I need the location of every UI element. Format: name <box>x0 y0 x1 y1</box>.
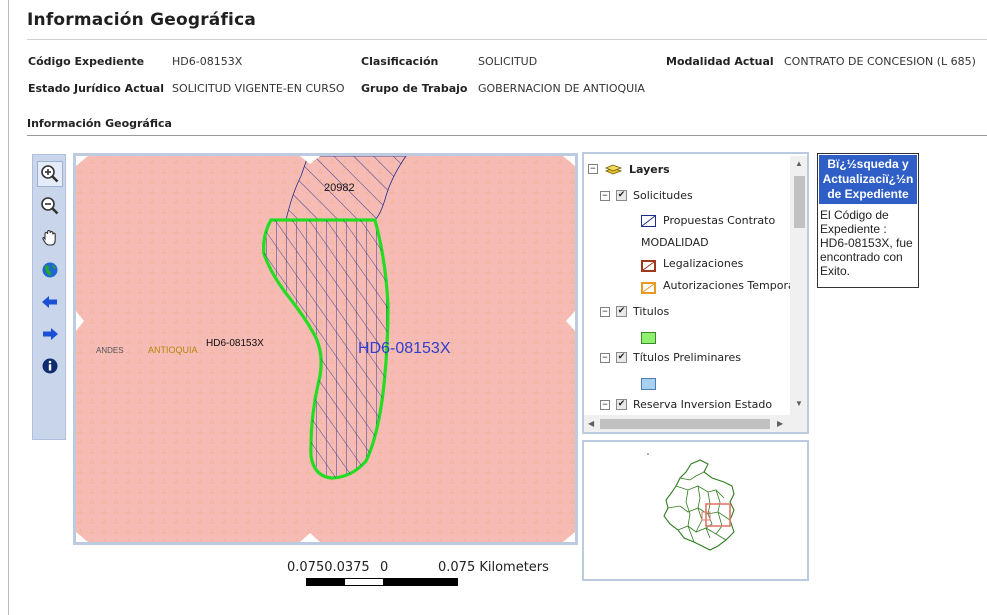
scalebar <box>306 578 458 586</box>
codigo-label: Código Expediente <box>28 55 145 68</box>
map-label-expediente-small: HD6-08153X <box>206 338 264 349</box>
map-label-andes: ANDES <box>96 346 124 355</box>
map-view[interactable]: ∴ ∴ 20982 ANDES <box>73 153 578 545</box>
estado-label: Estado Jurídico Actual <box>28 82 164 95</box>
titulos-swatch <box>641 332 656 344</box>
section-title: Información Geográfica <box>27 117 172 130</box>
scroll-thumb[interactable] <box>600 419 770 429</box>
zoom-out-button[interactable] <box>37 193 63 219</box>
map-label-20982: 20982 <box>324 182 355 194</box>
layer-checkbox[interactable]: ✔ <box>616 352 627 363</box>
layer-autorizaciones: Autorizaciones Temporales <box>663 279 809 292</box>
previous-extent-icon <box>42 296 57 308</box>
layer-modalidad-label: MODALIDAD <box>641 236 709 249</box>
full-extent-button[interactable] <box>37 257 63 283</box>
layer-titulos[interactable]: − ✔ Titulos <box>600 305 669 318</box>
collapse-toggle[interactable]: − <box>588 164 598 174</box>
left-border <box>8 0 9 615</box>
clasificacion-label: Clasificación <box>361 55 439 68</box>
scroll-thumb[interactable] <box>794 176 805 228</box>
zoom-in-button[interactable] <box>37 161 63 187</box>
zoom-in-icon <box>41 165 59 183</box>
collapse-toggle[interactable]: − <box>600 190 610 201</box>
title-divider <box>27 39 987 40</box>
scroll-down-icon[interactable]: ▼ <box>795 399 803 408</box>
layer-propuestas-label: Propuestas Contrato <box>663 214 776 227</box>
layer-root[interactable]: − Layers <box>588 162 670 176</box>
next-extent-icon <box>43 328 58 340</box>
layer-reserva-label: Reserva Inversion Estado <box>633 398 773 411</box>
previous-extent-button[interactable] <box>37 289 63 315</box>
layer-legalizaciones-label: Legalizaciones <box>663 257 744 270</box>
estado-value: SOLICITUD VIGENTE-EN CURSO <box>172 82 345 95</box>
clasificacion-value: SOLICITUD <box>478 55 538 68</box>
modalidad-label: Modalidad Actual <box>666 55 774 68</box>
layers-stack-icon <box>604 164 623 175</box>
grupo-value: GOBERNACION DE ANTIOQUIA <box>478 82 645 95</box>
collapse-toggle[interactable]: − <box>600 306 610 317</box>
layers-root-label: Layers <box>629 162 670 176</box>
zoom-out-icon <box>41 197 59 215</box>
scalebar-left-label: 0.0750.0375 <box>287 560 370 575</box>
layer-propuestas: Propuestas Contrato <box>663 214 775 227</box>
collapse-toggle[interactable]: − <box>600 399 610 410</box>
map-label-antioquia: ANTIOQUIA <box>148 345 198 355</box>
layer-checkbox[interactable]: ✔ <box>616 399 627 410</box>
layer-autorizaciones-label: Autorizaciones Temporales <box>663 279 809 292</box>
next-extent-button[interactable] <box>37 321 63 347</box>
layer-solicitudes[interactable]: − ✔ Solicitudes <box>600 189 693 202</box>
colombia-overview-icon <box>647 453 735 551</box>
layer-checkbox[interactable]: ✔ <box>616 306 627 317</box>
scroll-up-icon[interactable]: ▲ <box>795 159 803 168</box>
identify-button[interactable] <box>37 353 63 379</box>
layer-legalizaciones: Legalizaciones <box>663 257 743 270</box>
section-divider <box>27 135 987 136</box>
layer-reserva[interactable]: − ✔ Reserva Inversion Estado <box>600 398 772 411</box>
full-extent-globe-icon <box>42 262 58 278</box>
overview-map[interactable] <box>582 440 809 581</box>
autorizaciones-swatch <box>641 282 656 294</box>
titulos-preliminares-swatch <box>641 378 656 390</box>
pan-hand-icon <box>42 229 56 246</box>
search-result-panel: Bï¿½squeda y Actualizaciï¿½n de Expedien… <box>817 153 919 288</box>
scalebar-right-label: 0.075 Kilometers <box>438 560 549 575</box>
layer-modalidad: MODALIDAD <box>641 236 709 249</box>
map-toolbar <box>32 154 66 440</box>
identify-info-icon <box>42 358 58 374</box>
layers-horizontal-scrollbar[interactable]: ◀ ▶ <box>584 415 807 432</box>
search-update-button[interactable]: Bï¿½squeda y Actualizaciï¿½n de Expedien… <box>819 155 917 204</box>
layer-titulos-label: Titulos <box>633 305 670 318</box>
modalidad-value: CONTRATO DE CONCESION (L 685) <box>784 55 976 68</box>
legalizaciones-swatch <box>641 260 656 272</box>
collapse-toggle[interactable]: − <box>600 352 610 363</box>
layer-checkbox[interactable]: ✔ <box>616 190 627 201</box>
pan-button[interactable] <box>37 225 63 251</box>
scalebar-zero-label: 0 <box>380 560 389 575</box>
scroll-right-icon[interactable]: ▶ <box>777 419 783 428</box>
page-title: Información Geográfica <box>27 10 257 30</box>
layer-solicitudes-label: Solicitudes <box>633 189 693 202</box>
layers-vertical-scrollbar[interactable]: ▲ ▼ <box>790 156 807 416</box>
layers-panel[interactable]: − Layers − ✔ Solicitudes Propuestas Cont… <box>582 152 809 434</box>
propuestas-swatch <box>641 215 656 227</box>
map-label-expediente-large: HD6-08153X <box>358 340 451 357</box>
search-result-message: El Código de Expediente : HD6-08153X, fu… <box>820 208 913 278</box>
layer-titulos-preliminares[interactable]: − ✔ Títulos Preliminares <box>600 351 741 364</box>
layer-titulos-preliminares-label: Títulos Preliminares <box>633 351 741 364</box>
codigo-value: HD6-08153X <box>172 55 243 68</box>
grupo-label: Grupo de Trabajo <box>361 82 468 95</box>
scroll-left-icon[interactable]: ◀ <box>588 419 594 428</box>
